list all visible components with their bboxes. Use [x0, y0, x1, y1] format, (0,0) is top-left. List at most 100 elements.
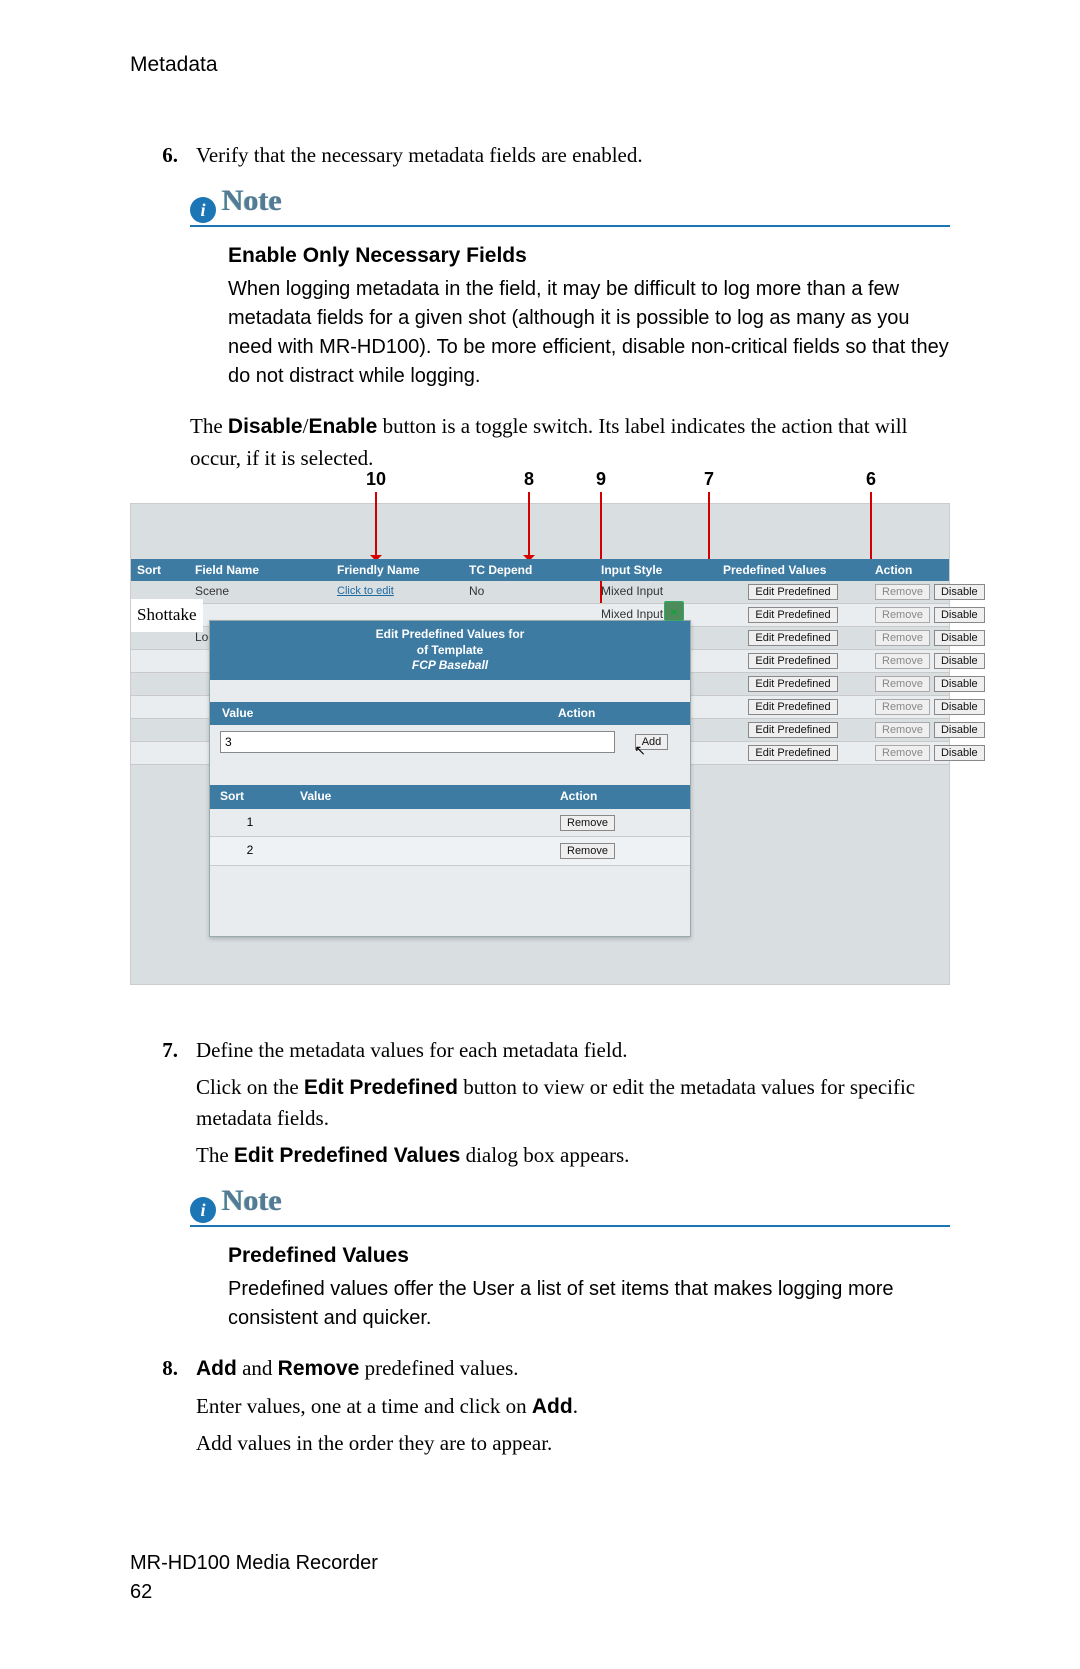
remove-button[interactable]: Remove: [875, 584, 930, 600]
remove-button[interactable]: Remove: [875, 722, 930, 738]
note-label: Note: [222, 1179, 282, 1223]
table-row: SceneClick to editNoMixed Input Edit Pred…: [131, 581, 949, 604]
edit-predefined-values-bold: Edit Predefined Values: [234, 1144, 460, 1167]
disable-button[interactable]: Disable: [934, 607, 985, 623]
predefined-value-row: 1 Remove: [210, 809, 690, 837]
disable-button[interactable]: Disable: [934, 722, 985, 738]
step-8-number: 8.: [130, 1353, 196, 1458]
edit-predefined-button[interactable]: Edit Predefined: [748, 630, 837, 646]
remove-button[interactable]: Remove: [875, 653, 930, 669]
step-8-line3: Add values in the order they are to appe…: [196, 1428, 950, 1458]
note-1-title: Enable Only Necessary Fields: [228, 241, 950, 271]
popup-value-header-2: Value: [290, 785, 550, 808]
grid-header-row: Sort Field Name Friendly Name TC Depend …: [131, 559, 949, 581]
metadata-grid-figure: 10 8 9 7 6 Sort Field Name Friendly Name…: [130, 503, 950, 985]
remove-button[interactable]: Remove: [875, 607, 930, 623]
col-action[interactable]: Action: [869, 559, 949, 581]
sort-cell: 1: [210, 809, 290, 836]
disable-button[interactable]: Disable: [934, 584, 985, 600]
popup-close-icon[interactable]: ×: [664, 601, 684, 621]
popup-value-header: Value: [210, 702, 546, 725]
callout-6: 6: [866, 466, 876, 492]
predefined-value-row: 2 Remove: [210, 837, 690, 865]
text: and: [237, 1356, 278, 1380]
popup-title-line2: of Template: [417, 643, 483, 657]
step-8-line2: Enter values, one at a time and click on…: [196, 1391, 950, 1422]
footer-title: MR-HD100 Media Recorder: [130, 1549, 950, 1578]
remove-button[interactable]: Remove: [875, 676, 930, 692]
edit-predefined-popup: × Edit Predefined Values for of Template…: [209, 620, 691, 936]
edit-predefined-button[interactable]: Edit Predefined: [748, 584, 837, 600]
callout-7: 7: [704, 466, 714, 492]
predefined-value-input[interactable]: [220, 731, 615, 753]
edit-predefined-button[interactable]: Edit Predefined: [748, 676, 837, 692]
remove-button[interactable]: Remove: [560, 843, 615, 859]
disable-button[interactable]: Disable: [934, 676, 985, 692]
remove-button[interactable]: Remove: [560, 815, 615, 831]
remove-button[interactable]: Remove: [875, 699, 930, 715]
add-bold: Add: [532, 1395, 573, 1418]
disable-button[interactable]: Disable: [934, 699, 985, 715]
text: .: [573, 1394, 578, 1418]
arrow-icon: [375, 492, 377, 566]
text: Click on the: [196, 1075, 304, 1099]
text: The: [196, 1143, 234, 1167]
edit-predefined-button[interactable]: Edit Predefined: [748, 607, 837, 623]
footer-page-number: 62: [130, 1578, 950, 1607]
remove-button[interactable]: Remove: [875, 630, 930, 646]
col-friendly-name[interactable]: Friendly Name: [331, 559, 463, 581]
edit-predefined-button[interactable]: Edit Predefined: [748, 699, 837, 715]
input-style-cell: Mixed Input: [595, 583, 717, 600]
edit-predefined-button[interactable]: Edit Predefined: [748, 745, 837, 761]
add-bold: Add: [196, 1357, 237, 1380]
step-7-line3: The Edit Predefined Values dialog box ap…: [196, 1140, 950, 1171]
popup-action-header: Action: [546, 702, 690, 725]
step-7-line2: Click on the Edit Predefined button to v…: [196, 1072, 950, 1134]
shottake-label: Shottake: [131, 599, 203, 632]
popup-title-line1: Edit Predefined Values for: [376, 627, 525, 641]
note-label: Note: [222, 179, 282, 223]
sort-cell: 2: [210, 837, 290, 864]
enable-label: Enable: [308, 415, 377, 438]
note-1-body: When logging metadata in the field, it m…: [228, 278, 949, 387]
add-button[interactable]: Add: [635, 734, 669, 750]
callout-10: 10: [366, 466, 386, 492]
text: dialog box appears.: [460, 1143, 629, 1167]
remove-button[interactable]: Remove: [875, 745, 930, 761]
field-name-cell: Scene: [189, 583, 331, 600]
col-sort[interactable]: Sort: [131, 559, 189, 581]
col-field-name[interactable]: Field Name: [189, 559, 331, 581]
text: Enter values, one at a time and click on: [196, 1394, 532, 1418]
disable-button[interactable]: Disable: [934, 630, 985, 646]
page-header: Metadata: [130, 50, 950, 80]
note-2-title: Predefined Values: [228, 1241, 950, 1271]
callout-9: 9: [596, 466, 606, 492]
disable-label: Disable: [228, 415, 303, 438]
friendly-name-cell[interactable]: Click to edit: [331, 584, 463, 600]
col-input-style[interactable]: Input Style: [595, 559, 717, 581]
col-tc-depend[interactable]: TC Depend: [463, 559, 595, 581]
edit-predefined-bold: Edit Predefined: [304, 1076, 458, 1099]
note-block-2: i Note Predefined Values Predefined valu…: [190, 1189, 950, 1333]
popup-action-header-2: Action: [550, 785, 690, 808]
disable-enable-paragraph: The Disable/Enable button is a toggle sw…: [190, 411, 950, 473]
text: The: [190, 414, 228, 438]
info-icon: i: [190, 1197, 216, 1223]
step-7-number: 7.: [130, 1035, 196, 1171]
col-predefined-values[interactable]: Predefined Values: [717, 559, 869, 581]
arrow-icon: [528, 492, 530, 566]
note-2-body: Predefined values offer the User a list …: [228, 1278, 894, 1329]
disable-button[interactable]: Disable: [934, 745, 985, 761]
edit-predefined-button[interactable]: Edit Predefined: [748, 653, 837, 669]
text: predefined values.: [359, 1356, 518, 1380]
step-6-number: 6.: [130, 140, 196, 170]
popup-title-line3: FCP Baseball: [216, 658, 684, 674]
edit-predefined-button[interactable]: Edit Predefined: [748, 722, 837, 738]
callout-8: 8: [524, 466, 534, 492]
popup-sort-header: Sort: [210, 785, 290, 808]
disable-button[interactable]: Disable: [934, 653, 985, 669]
note-block-1: i Note Enable Only Necessary Fields When…: [190, 189, 950, 391]
step-8-line1: Add and Remove predefined values.: [196, 1353, 950, 1384]
step-6-body: Verify that the necessary metadata field…: [196, 140, 950, 170]
tc-depend-cell: No: [463, 583, 595, 600]
